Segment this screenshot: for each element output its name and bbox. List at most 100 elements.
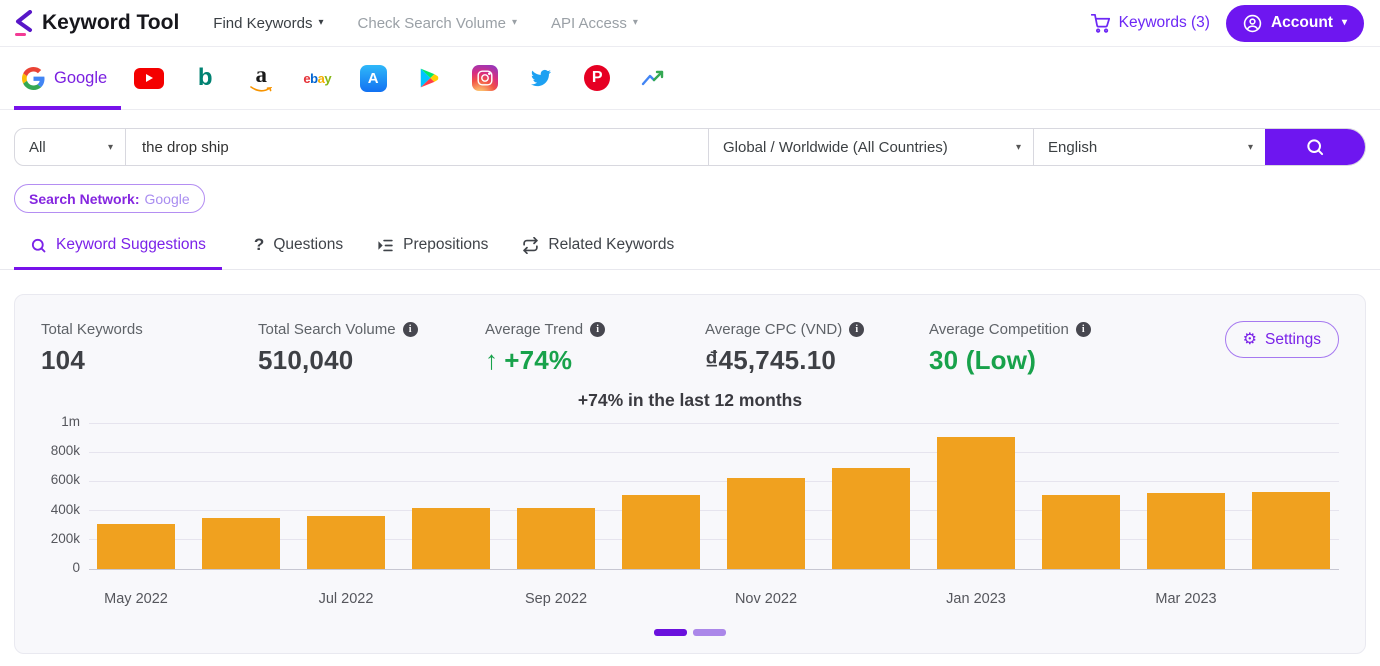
chart-bar-feb-2023	[1042, 495, 1120, 569]
info-icon[interactable]: i	[849, 322, 864, 337]
x-tick-label: Nov 2022	[735, 591, 797, 607]
chart-x-axis: May 2022Jul 2022Sep 2022Nov 2022Jan 2023…	[89, 591, 1339, 613]
carousel-dot[interactable]	[693, 629, 726, 636]
platform-tab-google[interactable]: Google	[14, 47, 121, 109]
trend-bar-chart: 0200k400k600k800k1m	[41, 423, 1339, 569]
keyword-search-input[interactable]	[125, 129, 708, 165]
stat-label: Average Trend	[485, 321, 583, 338]
platform-tabs: Google b a ebay A	[0, 47, 1380, 110]
platform-tab-google-label: Google	[54, 69, 107, 88]
search-network-pill[interactable]: Search Network: Google	[14, 184, 205, 213]
stat-value: 30 (Low)	[929, 345, 1036, 376]
keywords-cart-link[interactable]: Keywords (3)	[1091, 14, 1210, 33]
nav-label: Find Keywords	[213, 15, 312, 32]
country-select-value: Global / Worldwide (All Countries)	[723, 139, 948, 156]
tab-label: Related Keywords	[548, 236, 674, 254]
topbar-right: Keywords (3) Account ▾	[1091, 5, 1364, 42]
tab-label: Questions	[273, 236, 343, 254]
account-label: Account	[1271, 14, 1333, 32]
tab-label: Prepositions	[403, 236, 488, 254]
question-mark-icon: ?	[254, 235, 264, 255]
stat-value: +74%	[504, 345, 572, 376]
gear-icon: ⚙	[1243, 332, 1257, 348]
settings-button[interactable]: ⚙ Settings	[1225, 321, 1339, 358]
stats-row: Total Keywords 104 Total Search Volumei …	[41, 321, 1339, 376]
amazon-icon: a	[250, 63, 272, 93]
platform-tab-app-store[interactable]: A	[345, 65, 401, 92]
nav-check-search-volume[interactable]: Check Search Volume ▾	[358, 15, 517, 32]
google-trends-icon	[641, 69, 665, 87]
nav-find-keywords[interactable]: Find Keywords ▾	[213, 15, 323, 32]
chart-bar-jan-2023	[937, 437, 1015, 569]
scope-select[interactable]: All ▾	[15, 129, 125, 165]
instagram-icon	[472, 65, 498, 91]
platform-tab-google-trends[interactable]	[625, 69, 681, 87]
y-tick-label: 200k	[51, 531, 80, 546]
tab-questions[interactable]: ? Questions	[252, 231, 345, 269]
chart-bar-dec-2022	[832, 468, 910, 569]
chart-bar-aug-2022	[412, 508, 490, 569]
country-select[interactable]: Global / Worldwide (All Countries) ▾	[708, 129, 1033, 165]
stat-average-cpc: Average CPC (VND)i ₫45,745.10	[705, 321, 929, 376]
gridline	[89, 481, 1339, 482]
search-icon	[1305, 137, 1325, 157]
stat-average-competition: Average Competitioni 30 (Low)	[929, 321, 1091, 376]
nav-api-access[interactable]: API Access ▾	[551, 15, 638, 32]
platform-tab-ebay[interactable]: ebay	[289, 71, 345, 86]
settings-label: Settings	[1265, 331, 1321, 349]
x-axis-spacer	[41, 581, 89, 613]
tab-related-keywords[interactable]: Related Keywords	[520, 231, 676, 269]
pinterest-icon: P	[584, 65, 610, 91]
info-icon[interactable]: i	[590, 322, 605, 337]
carousel-dot-active[interactable]	[654, 629, 687, 636]
info-icon[interactable]: i	[403, 322, 418, 337]
results-summary-card: Total Keywords 104 Total Search Volumei …	[14, 294, 1366, 654]
search-button[interactable]	[1265, 129, 1365, 165]
nav-label: Check Search Volume	[358, 15, 506, 32]
x-tick-label: Sep 2022	[525, 591, 587, 607]
account-button[interactable]: Account ▾	[1226, 5, 1364, 42]
platform-tab-bing[interactable]: b	[177, 66, 233, 90]
chart-x-axis-wrap: May 2022Jul 2022Sep 2022Nov 2022Jan 2023…	[41, 581, 1339, 613]
stat-value: 510,040	[258, 345, 485, 376]
search-network-value: Google	[144, 191, 189, 207]
account-person-icon	[1243, 14, 1262, 33]
x-tick-label: Jul 2022	[319, 591, 374, 607]
info-icon[interactable]: i	[1076, 322, 1091, 337]
platform-tab-twitter[interactable]	[513, 68, 569, 88]
language-select[interactable]: English ▾	[1033, 129, 1265, 165]
google-logo-icon	[22, 67, 45, 90]
chart-y-axis: 0200k400k600k800k1m	[41, 423, 89, 569]
result-tabs: Keyword Suggestions ? Questions Preposit…	[0, 231, 1380, 270]
platform-tab-instagram[interactable]	[457, 65, 513, 91]
platform-tab-google-play[interactable]	[401, 66, 457, 90]
logo[interactable]: Keyword Tool	[14, 10, 179, 37]
search-icon	[30, 237, 47, 254]
x-tick-label: Mar 2023	[1155, 591, 1216, 607]
chevron-down-icon: ▾	[108, 142, 113, 153]
stat-total-keywords: Total Keywords 104	[41, 321, 258, 376]
y-tick-label: 1m	[61, 414, 80, 429]
top-navigation: Find Keywords ▾ Check Search Volume ▾ AP…	[213, 15, 638, 32]
chevron-down-icon: ▾	[512, 18, 517, 28]
tab-label: Keyword Suggestions	[56, 236, 206, 254]
tab-keyword-suggestions[interactable]: Keyword Suggestions	[14, 231, 222, 269]
platform-tab-amazon[interactable]: a	[233, 63, 289, 93]
search-bar: All ▾ Global / Worldwide (All Countries)…	[14, 128, 1366, 166]
stat-total-search-volume: Total Search Volumei 510,040	[258, 321, 485, 376]
search-network-label: Search Network:	[29, 191, 139, 207]
platform-tab-pinterest[interactable]: P	[569, 65, 625, 91]
platform-tab-youtube[interactable]	[121, 68, 177, 89]
scope-select-value: All	[29, 139, 46, 156]
bing-icon: b	[198, 66, 213, 90]
stat-label: Total Keywords	[41, 321, 143, 338]
stat-value: 104	[41, 345, 258, 376]
prepositions-list-icon	[377, 237, 394, 254]
active-tab-underline	[14, 267, 222, 271]
tab-prepositions[interactable]: Prepositions	[375, 231, 490, 269]
chevron-down-icon: ▾	[1342, 18, 1347, 28]
chart-bar-may-2022	[97, 524, 175, 569]
stat-value: ₫45,745.10	[705, 345, 929, 376]
page: Keyword Tool Find Keywords ▾ Check Searc…	[0, 0, 1380, 666]
chevron-down-icon: ▾	[1248, 142, 1253, 153]
